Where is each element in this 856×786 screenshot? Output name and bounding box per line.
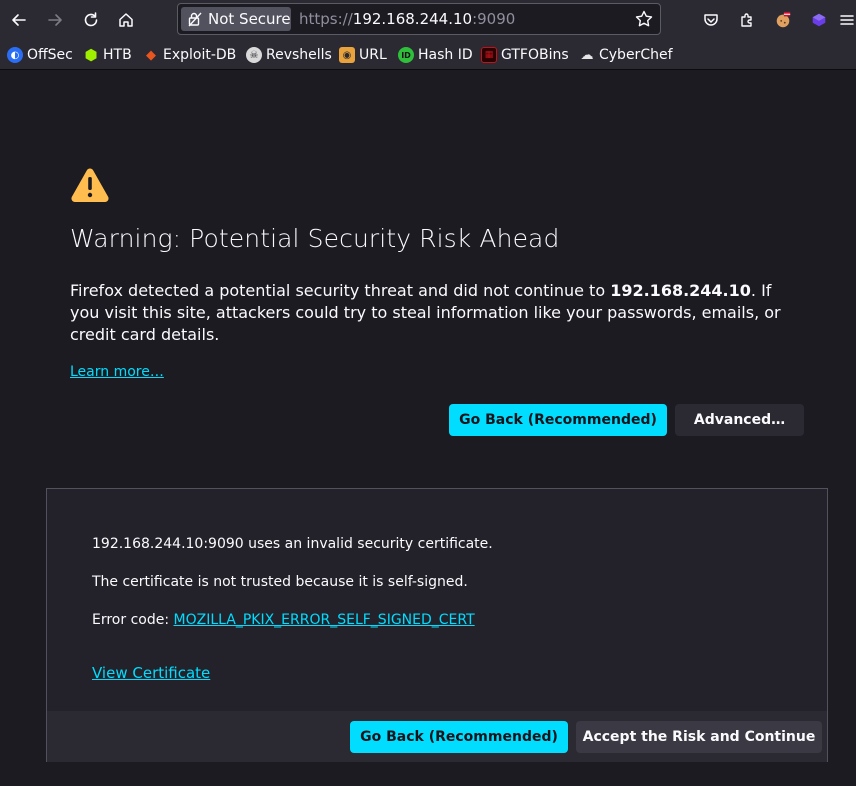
bookmark-label: GTFOBins <box>501 47 569 63</box>
advanced-button[interactable]: Advanced… <box>675 404 804 436</box>
url-text[interactable]: https://192.168.244.10:9090 <box>299 10 515 28</box>
warning-icon <box>71 168 109 202</box>
reload-icon <box>84 12 98 27</box>
bookmarks-toolbar: ◐ OffSec ⬢ HTB ◆ Exploit-DB ☠ Revshells … <box>0 40 856 70</box>
error-code-label: Error code: <box>92 612 174 628</box>
url-scheme: https:// <box>299 10 353 28</box>
app-menu-button[interactable] <box>838 5 856 35</box>
bookmark-label: Exploit-DB <box>163 47 237 63</box>
go-back-button-secondary[interactable]: Go Back (Recommended) <box>350 721 568 753</box>
extension-cube-button[interactable] <box>804 5 834 35</box>
cookie-extension-icon <box>776 11 791 28</box>
view-certificate-link[interactable]: View Certificate <box>92 664 210 682</box>
bookmark-star-icon[interactable] <box>634 9 654 29</box>
go-back-button[interactable]: Go Back (Recommended) <box>449 404 667 436</box>
pocket-button[interactable] <box>696 5 726 35</box>
bookmark-label: OffSec <box>27 47 73 63</box>
bookmark-url[interactable]: ◉ URL <box>339 45 387 65</box>
accept-risk-button[interactable]: Accept the Risk and Continue <box>576 721 822 753</box>
bookmark-gtfobins[interactable]: ▦ GTFOBins <box>481 45 569 65</box>
url-icon: ◉ <box>339 47 355 63</box>
home-button[interactable] <box>111 5 141 35</box>
error-description: Firefox detected a potential security th… <box>70 280 800 346</box>
puzzle-icon <box>741 13 752 27</box>
invalid-cert-text: 192.168.244.10:9090 uses an invalid secu… <box>92 536 493 552</box>
bookmark-label: CyberChef <box>599 47 673 63</box>
hamburger-menu-icon <box>840 15 854 25</box>
advanced-panel: 192.168.244.10:9090 uses an invalid secu… <box>46 488 828 762</box>
bookmark-label: URL <box>359 47 387 63</box>
description-text: Firefox detected a potential security th… <box>70 281 611 300</box>
bookmark-htb[interactable]: ⬢ HTB <box>83 45 132 65</box>
bookmark-hash-id[interactable]: ID Hash ID <box>398 45 473 65</box>
back-button[interactable] <box>4 5 34 35</box>
advanced-panel-footer: Go Back (Recommended) Accept the Risk an… <box>47 711 827 762</box>
bookmark-label: Revshells <box>266 47 332 63</box>
lock-warning-icon <box>188 12 202 27</box>
self-signed-text: The certificate is not trusted because i… <box>92 574 468 590</box>
bookmark-exploit-db[interactable]: ◆ Exploit-DB <box>143 45 236 65</box>
offsec-icon: ◐ <box>7 47 23 63</box>
site-security-indicator[interactable]: Not Secure <box>181 7 291 31</box>
security-label: Not Secure <box>208 10 291 28</box>
bookmark-revshells[interactable]: ☠ Revshells <box>246 45 332 65</box>
learn-more-link[interactable]: Learn more… <box>70 364 164 380</box>
browser-toolbar: Not Secure https://192.168.244.10:9090 <box>0 0 856 40</box>
hashid-icon: ID <box>398 47 414 63</box>
extension-cookie-button[interactable] <box>768 5 798 35</box>
description-host: 192.168.244.10 <box>610 281 751 300</box>
url-port: :9090 <box>472 10 516 28</box>
extensions-button[interactable] <box>732 5 762 35</box>
pocket-icon <box>704 14 718 26</box>
error-code-link[interactable]: MOZILLA_PKIX_ERROR_SELF_SIGNED_CERT <box>174 612 475 628</box>
url-bar[interactable]: Not Secure https://192.168.244.10:9090 <box>177 3 661 35</box>
gtfobins-icon: ▦ <box>481 47 497 63</box>
arrow-left-icon <box>12 14 26 26</box>
bookmark-offsec[interactable]: ◐ OffSec <box>7 45 73 65</box>
bookmark-label: HTB <box>103 47 132 63</box>
error-code-line: Error code: MOZILLA_PKIX_ERROR_SELF_SIGN… <box>92 612 475 628</box>
cube-extension-icon <box>812 13 826 27</box>
exploitdb-icon: ◆ <box>146 47 156 63</box>
cyberchef-icon: ☁ <box>580 47 594 63</box>
htb-icon: ⬢ <box>84 46 98 64</box>
reload-button[interactable] <box>76 5 106 35</box>
page-title: Warning: Potential Security Risk Ahead <box>70 224 560 253</box>
bookmark-cyberchef[interactable]: ☁ CyberChef <box>579 45 673 65</box>
home-icon <box>119 13 133 27</box>
url-host: 192.168.244.10 <box>352 10 473 28</box>
arrow-right-icon <box>48 14 62 26</box>
skull-icon: ☠ <box>246 47 262 63</box>
bookmark-label: Hash ID <box>418 47 473 63</box>
forward-button[interactable] <box>40 5 70 35</box>
